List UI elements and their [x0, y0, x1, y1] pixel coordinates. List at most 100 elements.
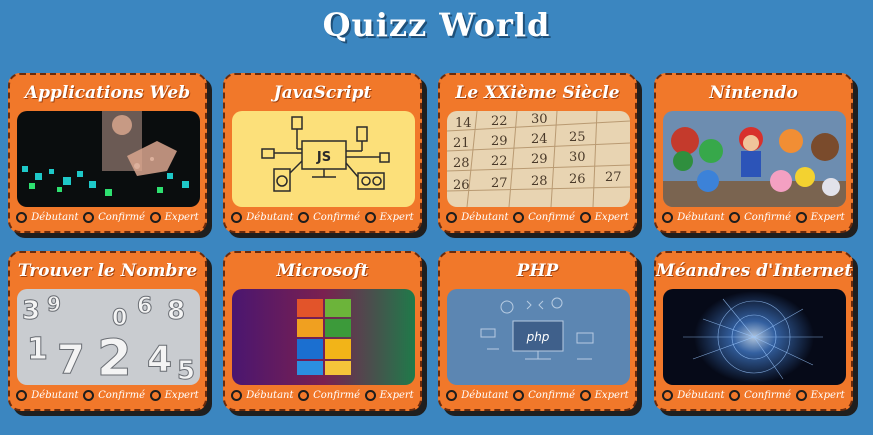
radio-button[interactable]	[579, 212, 591, 223]
svg-text:24: 24	[531, 132, 548, 147]
card-title: Le XXième Siècle	[455, 83, 620, 103]
php-label: php	[526, 330, 550, 344]
card-title: JavaScript	[273, 83, 372, 103]
level-option-debutant[interactable]: Débutant	[662, 212, 725, 223]
level-option-debutant[interactable]: Débutant	[231, 212, 294, 223]
level-option-expert[interactable]: Expert	[364, 212, 414, 223]
svg-text:30: 30	[569, 150, 586, 165]
level-option-expert[interactable]: Expert	[579, 212, 629, 223]
level-label: Expert	[594, 390, 629, 401]
thumbnail-image[interactable]: 39 68 17 24 5 0	[17, 289, 200, 385]
radio-button[interactable]	[149, 212, 161, 223]
level-option-expert[interactable]: Expert	[149, 212, 199, 223]
level-option-debutant[interactable]: Débutant	[16, 212, 79, 223]
radio-button[interactable]	[446, 212, 458, 223]
level-label: Expert	[379, 212, 414, 223]
level-label: Débutant	[246, 212, 294, 223]
level-options: Débutant Confirmé Expert	[656, 390, 851, 401]
svg-text:0: 0	[112, 306, 127, 331]
level-option-expert[interactable]: Expert	[795, 390, 845, 401]
level-option-expert[interactable]: Expert	[364, 390, 414, 401]
thumbnail-image[interactable]	[663, 111, 846, 207]
quiz-card-meandres-internet[interactable]: Méandres d'Internet Débutant Confirmé Ex…	[654, 251, 853, 411]
level-option-expert[interactable]: Expert	[795, 212, 845, 223]
radio-button[interactable]	[513, 212, 525, 223]
level-option-confirme[interactable]: Confirmé	[729, 212, 791, 223]
radio-button[interactable]	[16, 212, 28, 223]
quiz-card-xxieme-siecle[interactable]: Le XXième Siècle 14 22 30 21 29 24 25 28 22 29 3…	[438, 73, 637, 233]
thumbnail-image[interactable]	[232, 289, 415, 385]
svg-text:29: 29	[491, 134, 508, 149]
radio-button[interactable]	[364, 390, 376, 401]
card-title: Applications Web	[24, 83, 191, 103]
svg-text:1: 1	[27, 332, 48, 367]
svg-text:8: 8	[167, 296, 185, 326]
svg-text:27: 27	[491, 176, 508, 191]
radio-button[interactable]	[16, 390, 28, 401]
quiz-card-trouver-le-nombre[interactable]: Trouver le Nombre 39 68 17 24 5 0 Débutan…	[8, 251, 207, 411]
quiz-card-php[interactable]: PHP php Débutant Confirmé Expert	[438, 251, 637, 411]
level-option-debutant[interactable]: Débutant	[662, 390, 725, 401]
card-title: Microsoft	[276, 261, 369, 281]
level-option-debutant[interactable]: Débutant	[446, 212, 509, 223]
level-option-confirme[interactable]: Confirmé	[298, 212, 360, 223]
level-options: Débutant Confirmé Expert	[440, 212, 635, 223]
radio-button[interactable]	[298, 390, 310, 401]
svg-text:3: 3	[22, 296, 40, 326]
thumbnail-image[interactable]: 14 22 30 21 29 24 25 28 22 29 30 26 27 28 26 27	[447, 111, 630, 207]
thumbnail-image[interactable]: JS	[232, 111, 415, 207]
svg-text:30: 30	[531, 112, 548, 127]
quiz-card-microsoft[interactable]: Microsoft Débutant Confirmé Expert	[223, 251, 422, 411]
card-title: Trouver le Nombre	[17, 261, 198, 281]
svg-text:25: 25	[569, 130, 586, 145]
thumbnail-image[interactable]	[17, 111, 200, 207]
radio-button[interactable]	[579, 390, 591, 401]
level-label: Débutant	[31, 212, 79, 223]
level-label: Débutant	[677, 212, 725, 223]
level-label: Expert	[164, 390, 199, 401]
level-option-confirme[interactable]: Confirmé	[83, 212, 145, 223]
quiz-card-applications-web[interactable]: Applications Web Débutant Confirmé Exper…	[8, 73, 207, 233]
level-option-confirme[interactable]: Confirmé	[298, 390, 360, 401]
thumbnail-image[interactable]	[663, 289, 846, 385]
radio-button[interactable]	[795, 390, 807, 401]
level-option-debutant[interactable]: Débutant	[446, 390, 509, 401]
level-option-confirme[interactable]: Confirmé	[729, 390, 791, 401]
level-option-expert[interactable]: Expert	[579, 390, 629, 401]
radio-button[interactable]	[298, 212, 310, 223]
level-option-debutant[interactable]: Débutant	[16, 390, 79, 401]
radio-button[interactable]	[364, 212, 376, 223]
radio-button[interactable]	[795, 212, 807, 223]
radio-button[interactable]	[662, 212, 674, 223]
thumbnail-image[interactable]: php	[447, 289, 630, 385]
level-label: Débutant	[461, 390, 509, 401]
quiz-card-javascript[interactable]: JavaScript JS Débutant Confirmé Expert	[223, 73, 422, 233]
level-option-expert[interactable]: Expert	[149, 390, 199, 401]
level-option-confirme[interactable]: Confirmé	[513, 212, 575, 223]
radio-button[interactable]	[513, 390, 525, 401]
radio-button[interactable]	[729, 212, 741, 223]
card-title: Méandres d'Internet	[656, 261, 853, 281]
svg-text:9: 9	[47, 292, 61, 316]
radio-button[interactable]	[83, 212, 95, 223]
svg-text:7: 7	[57, 337, 85, 383]
level-option-debutant[interactable]: Débutant	[231, 390, 294, 401]
radio-button[interactable]	[231, 212, 243, 223]
quiz-card-nintendo[interactable]: Nintendo Débutant Confirmé Expert	[654, 73, 853, 233]
svg-text:21: 21	[453, 136, 470, 151]
level-label: Débutant	[677, 390, 725, 401]
svg-text:14: 14	[455, 116, 472, 131]
level-options: Débutant Confirmé Expert	[656, 212, 851, 223]
level-options: Débutant Confirmé Expert	[225, 390, 420, 401]
level-label: Confirmé	[313, 212, 361, 223]
radio-button[interactable]	[83, 390, 95, 401]
level-label: Expert	[379, 390, 414, 401]
level-label: Débutant	[461, 212, 509, 223]
radio-button[interactable]	[149, 390, 161, 401]
radio-button[interactable]	[729, 390, 741, 401]
radio-button[interactable]	[662, 390, 674, 401]
radio-button[interactable]	[231, 390, 243, 401]
level-option-confirme[interactable]: Confirmé	[513, 390, 575, 401]
level-option-confirme[interactable]: Confirmé	[83, 390, 145, 401]
radio-button[interactable]	[446, 390, 458, 401]
